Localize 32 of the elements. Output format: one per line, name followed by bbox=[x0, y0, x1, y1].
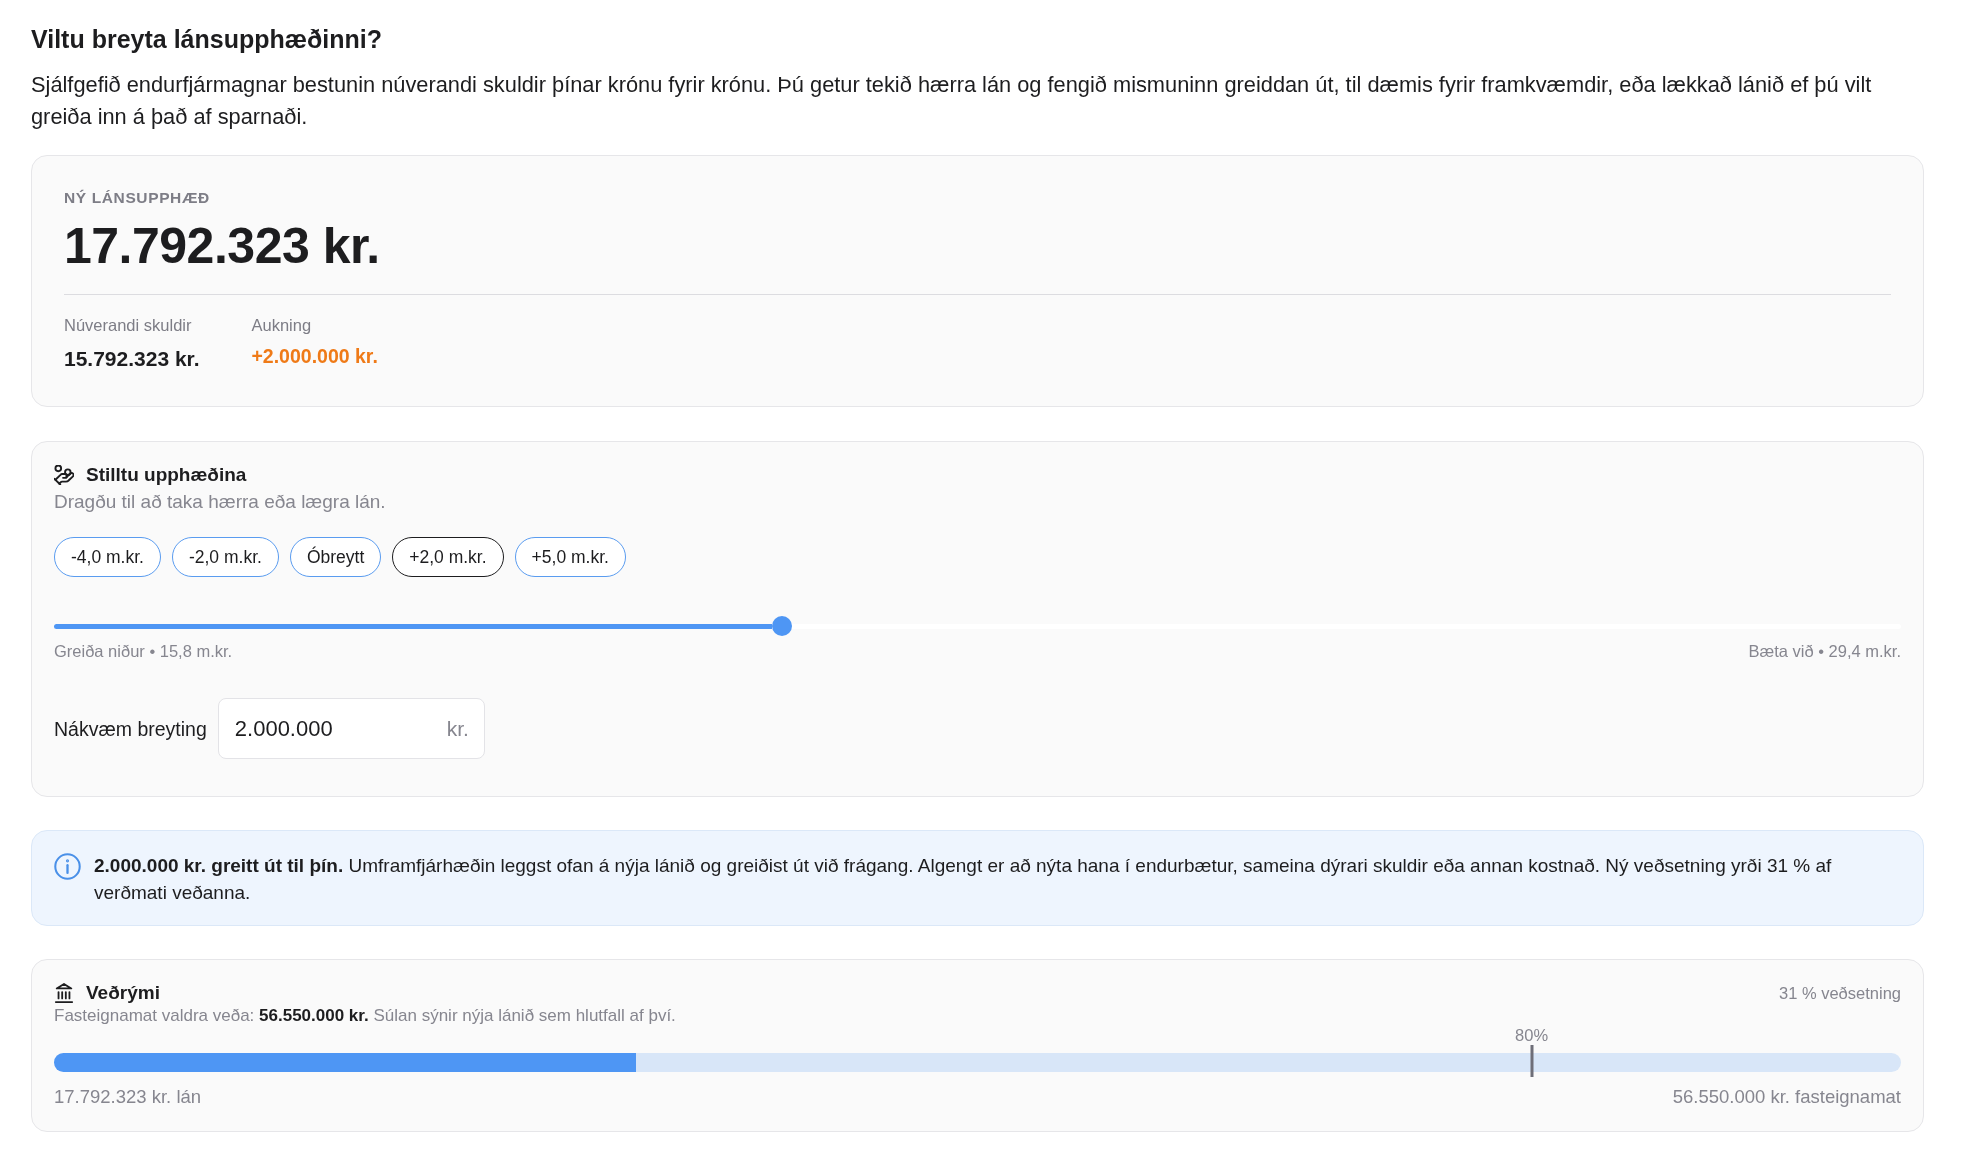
slider-min-label: Greiða niður • 15,8 m.kr. bbox=[54, 641, 233, 661]
amount-input[interactable]: 2.000.000 bbox=[234, 714, 439, 743]
stat-value: 15.792.323 kr. bbox=[64, 346, 200, 372]
amount-field[interactable]: 2.000.000 kr. bbox=[217, 698, 485, 759]
bank-icon bbox=[54, 983, 74, 1003]
preset-chip[interactable]: Óbreytt bbox=[289, 537, 382, 577]
slider-max-label: Bæta við • 29,4 m.kr. bbox=[1748, 641, 1901, 661]
page-heading: Viltu breyta lánsupphæðinni? bbox=[31, 24, 383, 55]
preset-chip[interactable]: +5,0 m.kr. bbox=[514, 537, 626, 577]
hand-coins-icon bbox=[54, 465, 74, 485]
loan-amount: 17.792.323 kr. bbox=[64, 217, 381, 276]
loan-label: 17.792.323 kr. lán bbox=[54, 1085, 202, 1109]
section-subtitle: Dragðu til að taka hærra eða lægra lán. bbox=[54, 490, 387, 514]
slider-thumb[interactable] bbox=[771, 616, 792, 636]
preset-chip[interactable]: +2,0 m.kr. bbox=[392, 537, 504, 577]
field-label: Nákvæm breyting bbox=[54, 716, 207, 741]
amount-label: NÝ LÁNSUPPHÆÐ bbox=[64, 188, 211, 208]
intro-paragraph: Sjálfgefið endurfjármagnar bestunin núverandi skuldir þínar krónu fyrir krónu. Þú getur tekið hærra lán og fengið mismuninn greiddan út, til dæmis fyrir framkvæmdir, eða lækkað lánið ef þú vilt greiða inn á það af sparnaði. bbox=[31, 71, 1873, 131]
info-text: 2.000.000 kr. greitt út til þín. Umframfjárhæðin leggst ofan á nýja lánið og greiðist út við frágang. Algengt er að nýta hana í endurbætur, sameina dýrari skuldir eða annan kostnað. Ný veðsetning yrði 31 % af verðmati veðanna. bbox=[94, 854, 1833, 905]
section-title: Veðrými bbox=[86, 981, 160, 1005]
stat-label: Núverandi skuldir bbox=[64, 315, 193, 335]
ratio-label: 31 % veðsetning bbox=[1779, 983, 1901, 1004]
stat-value: +2.000.000 kr. bbox=[251, 344, 378, 369]
info-icon bbox=[54, 853, 81, 880]
collateral-note: Fasteignamat valdra veða: 56.550.000 kr. Súlan sýnir nýja lánið sem hlutfall af því. bbox=[54, 1005, 677, 1026]
currency-suffix: kr. bbox=[446, 715, 469, 742]
preset-chip[interactable]: -2,0 m.kr. bbox=[171, 537, 279, 577]
valuation-label: 56.550.000 kr. fasteignamat bbox=[1672, 1085, 1901, 1109]
stat-label: Aukning bbox=[251, 315, 313, 335]
section-title: Stilltu upphæðina bbox=[86, 463, 247, 487]
preset-chip[interactable]: -4,0 m.kr. bbox=[54, 537, 161, 577]
threshold-label: 80% bbox=[1515, 1026, 1549, 1044]
